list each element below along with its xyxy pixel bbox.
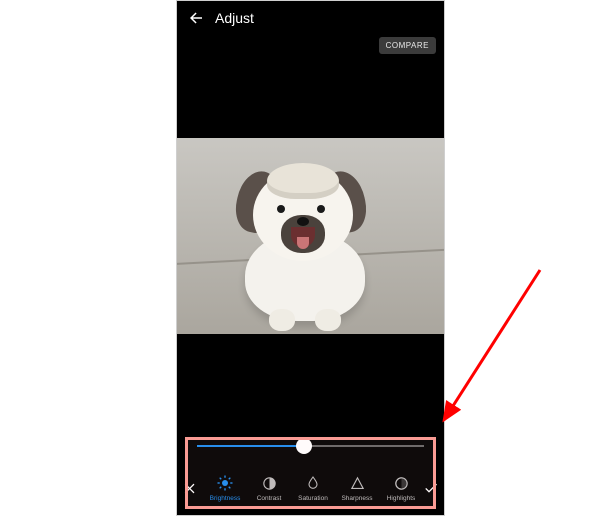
confirm-button[interactable] — [418, 461, 444, 515]
tool-label: Saturation — [298, 495, 328, 502]
compare-row: COMPARE — [177, 37, 444, 54]
tools-row: Brightness Contrast Saturation Sharpness Hig… — [177, 461, 444, 515]
sharpness-icon — [348, 474, 366, 492]
tool-label: Brightness — [210, 495, 241, 502]
dog-illustration — [215, 161, 385, 331]
tool-highlights[interactable]: Highlights — [379, 474, 418, 502]
phone-frame: Adjust COMPARE — [176, 0, 445, 516]
tool-saturation[interactable]: Saturation — [291, 474, 335, 502]
contrast-icon — [260, 474, 278, 492]
slider-track — [197, 445, 424, 447]
highlights-icon — [392, 474, 410, 492]
tool-sharpness[interactable]: Sharpness — [335, 474, 379, 502]
saturation-icon — [304, 474, 322, 492]
brightness-icon — [216, 474, 234, 492]
page-title: Adjust — [215, 10, 254, 26]
tool-label: Highlights — [387, 495, 416, 502]
tool-label: Sharpness — [341, 495, 372, 502]
slider-thumb[interactable] — [296, 438, 312, 454]
close-icon — [183, 481, 198, 496]
photo-preview — [177, 138, 444, 334]
arrow-left-icon — [187, 9, 205, 27]
cancel-button[interactable] — [177, 461, 203, 515]
adjust-slider[interactable] — [177, 431, 444, 461]
top-bar: Adjust — [177, 1, 444, 35]
image-canvas[interactable] — [177, 54, 444, 431]
back-button[interactable] — [187, 9, 205, 27]
tool-brightness[interactable]: Brightness — [203, 474, 247, 502]
compare-button[interactable]: COMPARE — [379, 37, 436, 54]
tool-contrast[interactable]: Contrast — [247, 474, 291, 502]
check-icon — [423, 480, 439, 496]
tool-label: Contrast — [257, 495, 282, 502]
